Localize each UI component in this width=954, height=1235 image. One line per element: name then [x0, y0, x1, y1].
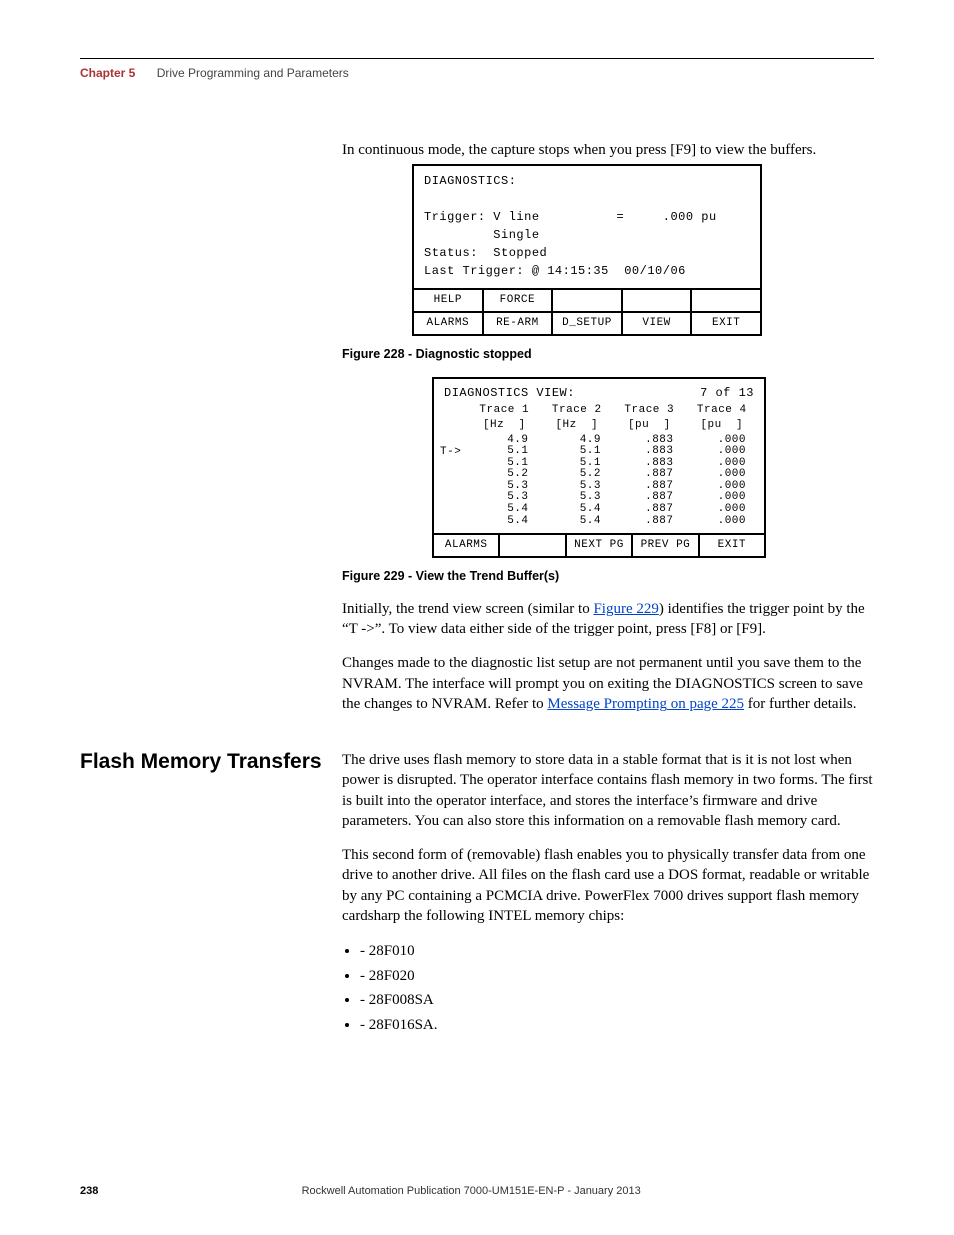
trace2-col: 4.9 5.1 5.1 5.2 5.3 5.3 5.4 5.4	[541, 435, 614, 527]
next-pg-button[interactable]: NEXT PG	[567, 535, 633, 556]
list-item: - 28F008SA	[360, 989, 874, 1012]
list-item: - 28F010	[360, 940, 874, 963]
trace1-head: Trace 1 [Hz ]	[468, 403, 541, 433]
force-button[interactable]: FORCE	[484, 290, 554, 311]
blank-button	[553, 290, 623, 311]
dsetup-button[interactable]: D_SETUP	[553, 313, 623, 334]
help-button[interactable]: HELP	[414, 290, 484, 311]
content-area: In continuous mode, the capture stops wh…	[80, 140, 874, 1038]
screen2-title-row: DIAGNOSTICS VIEW: 7 of 13	[434, 379, 764, 401]
exit-button[interactable]: EXIT	[700, 535, 764, 556]
trace3-head: Trace 3 [pu ]	[613, 403, 686, 433]
header-rule	[80, 58, 874, 59]
trace3-col: .883 .883 .883 .887 .887 .887 .887 .887	[613, 435, 686, 527]
diagnostics-title: DIAGNOSTICS:	[424, 174, 516, 188]
view-button[interactable]: VIEW	[623, 313, 693, 334]
trace-grid: T-> 4.9 5.1 5.1 5.2 5.3 5.3 5.4 5.4 4.9 …	[434, 433, 764, 533]
diagnostics-screen: DIAGNOSTICS: Trigger: V line = .000 pu S…	[412, 164, 762, 336]
chapter-title: Drive Programming and Parameters	[157, 66, 349, 80]
diagnostics-lines: Trigger: V line = .000 pu Single Status:…	[424, 210, 717, 278]
alarms-button[interactable]: ALARMS	[434, 535, 500, 556]
chip-list: - 28F010 - 28F020 - 28F008SA - 28F016SA.	[360, 940, 874, 1036]
nvram-paragraph: Changes made to the diagnostic list setu…	[342, 653, 874, 714]
screen1-row1: HELP FORCE	[414, 288, 760, 311]
trace-headers: Trace 1 [Hz ] Trace 2 [Hz ] Trace 3 [pu …	[434, 401, 764, 433]
screen2-title: DIAGNOSTICS VIEW:	[444, 385, 575, 401]
publication-info: Rockwell Automation Publication 7000-UM1…	[98, 1185, 844, 1197]
list-item: - 28F016SA.	[360, 1014, 874, 1037]
figure-229-link[interactable]: Figure 229	[593, 601, 658, 617]
figure-229-caption: Figure 229 - View the Trend Buffer(s)	[342, 568, 874, 585]
trace4-col: .000 .000 .000 .000 .000 .000 .000 .000	[686, 435, 759, 527]
diagnostics-body: DIAGNOSTICS: Trigger: V line = .000 pu S…	[414, 166, 760, 288]
exit-button[interactable]: EXIT	[692, 313, 760, 334]
running-header: Chapter 5 Drive Programming and Paramete…	[80, 66, 349, 80]
flash-para-1: The drive uses flash memory to store dat…	[342, 750, 874, 831]
list-item: - 28F020	[360, 965, 874, 988]
screen2-page-indicator: 7 of 13	[700, 385, 754, 401]
blank-button	[692, 290, 760, 311]
blank-button	[623, 290, 693, 311]
rearm-button[interactable]: RE-ARM	[484, 313, 554, 334]
prev-pg-button[interactable]: PREV PG	[633, 535, 699, 556]
trigger-marker: T->	[440, 435, 468, 527]
trend-view-paragraph: Initially, the trend view screen (simila…	[342, 599, 874, 640]
section-body: The drive uses flash memory to store dat…	[342, 750, 874, 1038]
page-number: 238	[80, 1185, 98, 1197]
page-footer: 238 Rockwell Automation Publication 7000…	[80, 1185, 874, 1197]
trace1-col: 4.9 5.1 5.1 5.2 5.3 5.3 5.4 5.4	[468, 435, 541, 527]
intro-paragraph: In continuous mode, the capture stops wh…	[342, 140, 874, 160]
diagnostics-view-screen: DIAGNOSTICS VIEW: 7 of 13 Trace 1 [Hz ] …	[432, 377, 766, 558]
body-column: In continuous mode, the capture stops wh…	[342, 140, 874, 714]
message-prompting-link[interactable]: Message Prompting on page 225	[547, 696, 744, 712]
flash-para-2: This second form of (removable) flash en…	[342, 845, 874, 926]
alarms-button[interactable]: ALARMS	[414, 313, 484, 334]
page: Chapter 5 Drive Programming and Paramete…	[0, 0, 954, 1235]
flash-memory-section: Flash Memory Transfers The drive uses fl…	[80, 750, 874, 1038]
screen2-row: ALARMS NEXT PG PREV PG EXIT	[434, 533, 764, 556]
trace4-head: Trace 4 [pu ]	[686, 403, 759, 433]
blank-button	[500, 535, 566, 556]
screen1-row2: ALARMS RE-ARM D_SETUP VIEW EXIT	[414, 311, 760, 334]
trace2-head: Trace 2 [Hz ]	[541, 403, 614, 433]
section-heading: Flash Memory Transfers	[80, 750, 342, 774]
chapter-label: Chapter 5	[80, 66, 135, 80]
figure-228-caption: Figure 228 - Diagnostic stopped	[342, 346, 874, 363]
